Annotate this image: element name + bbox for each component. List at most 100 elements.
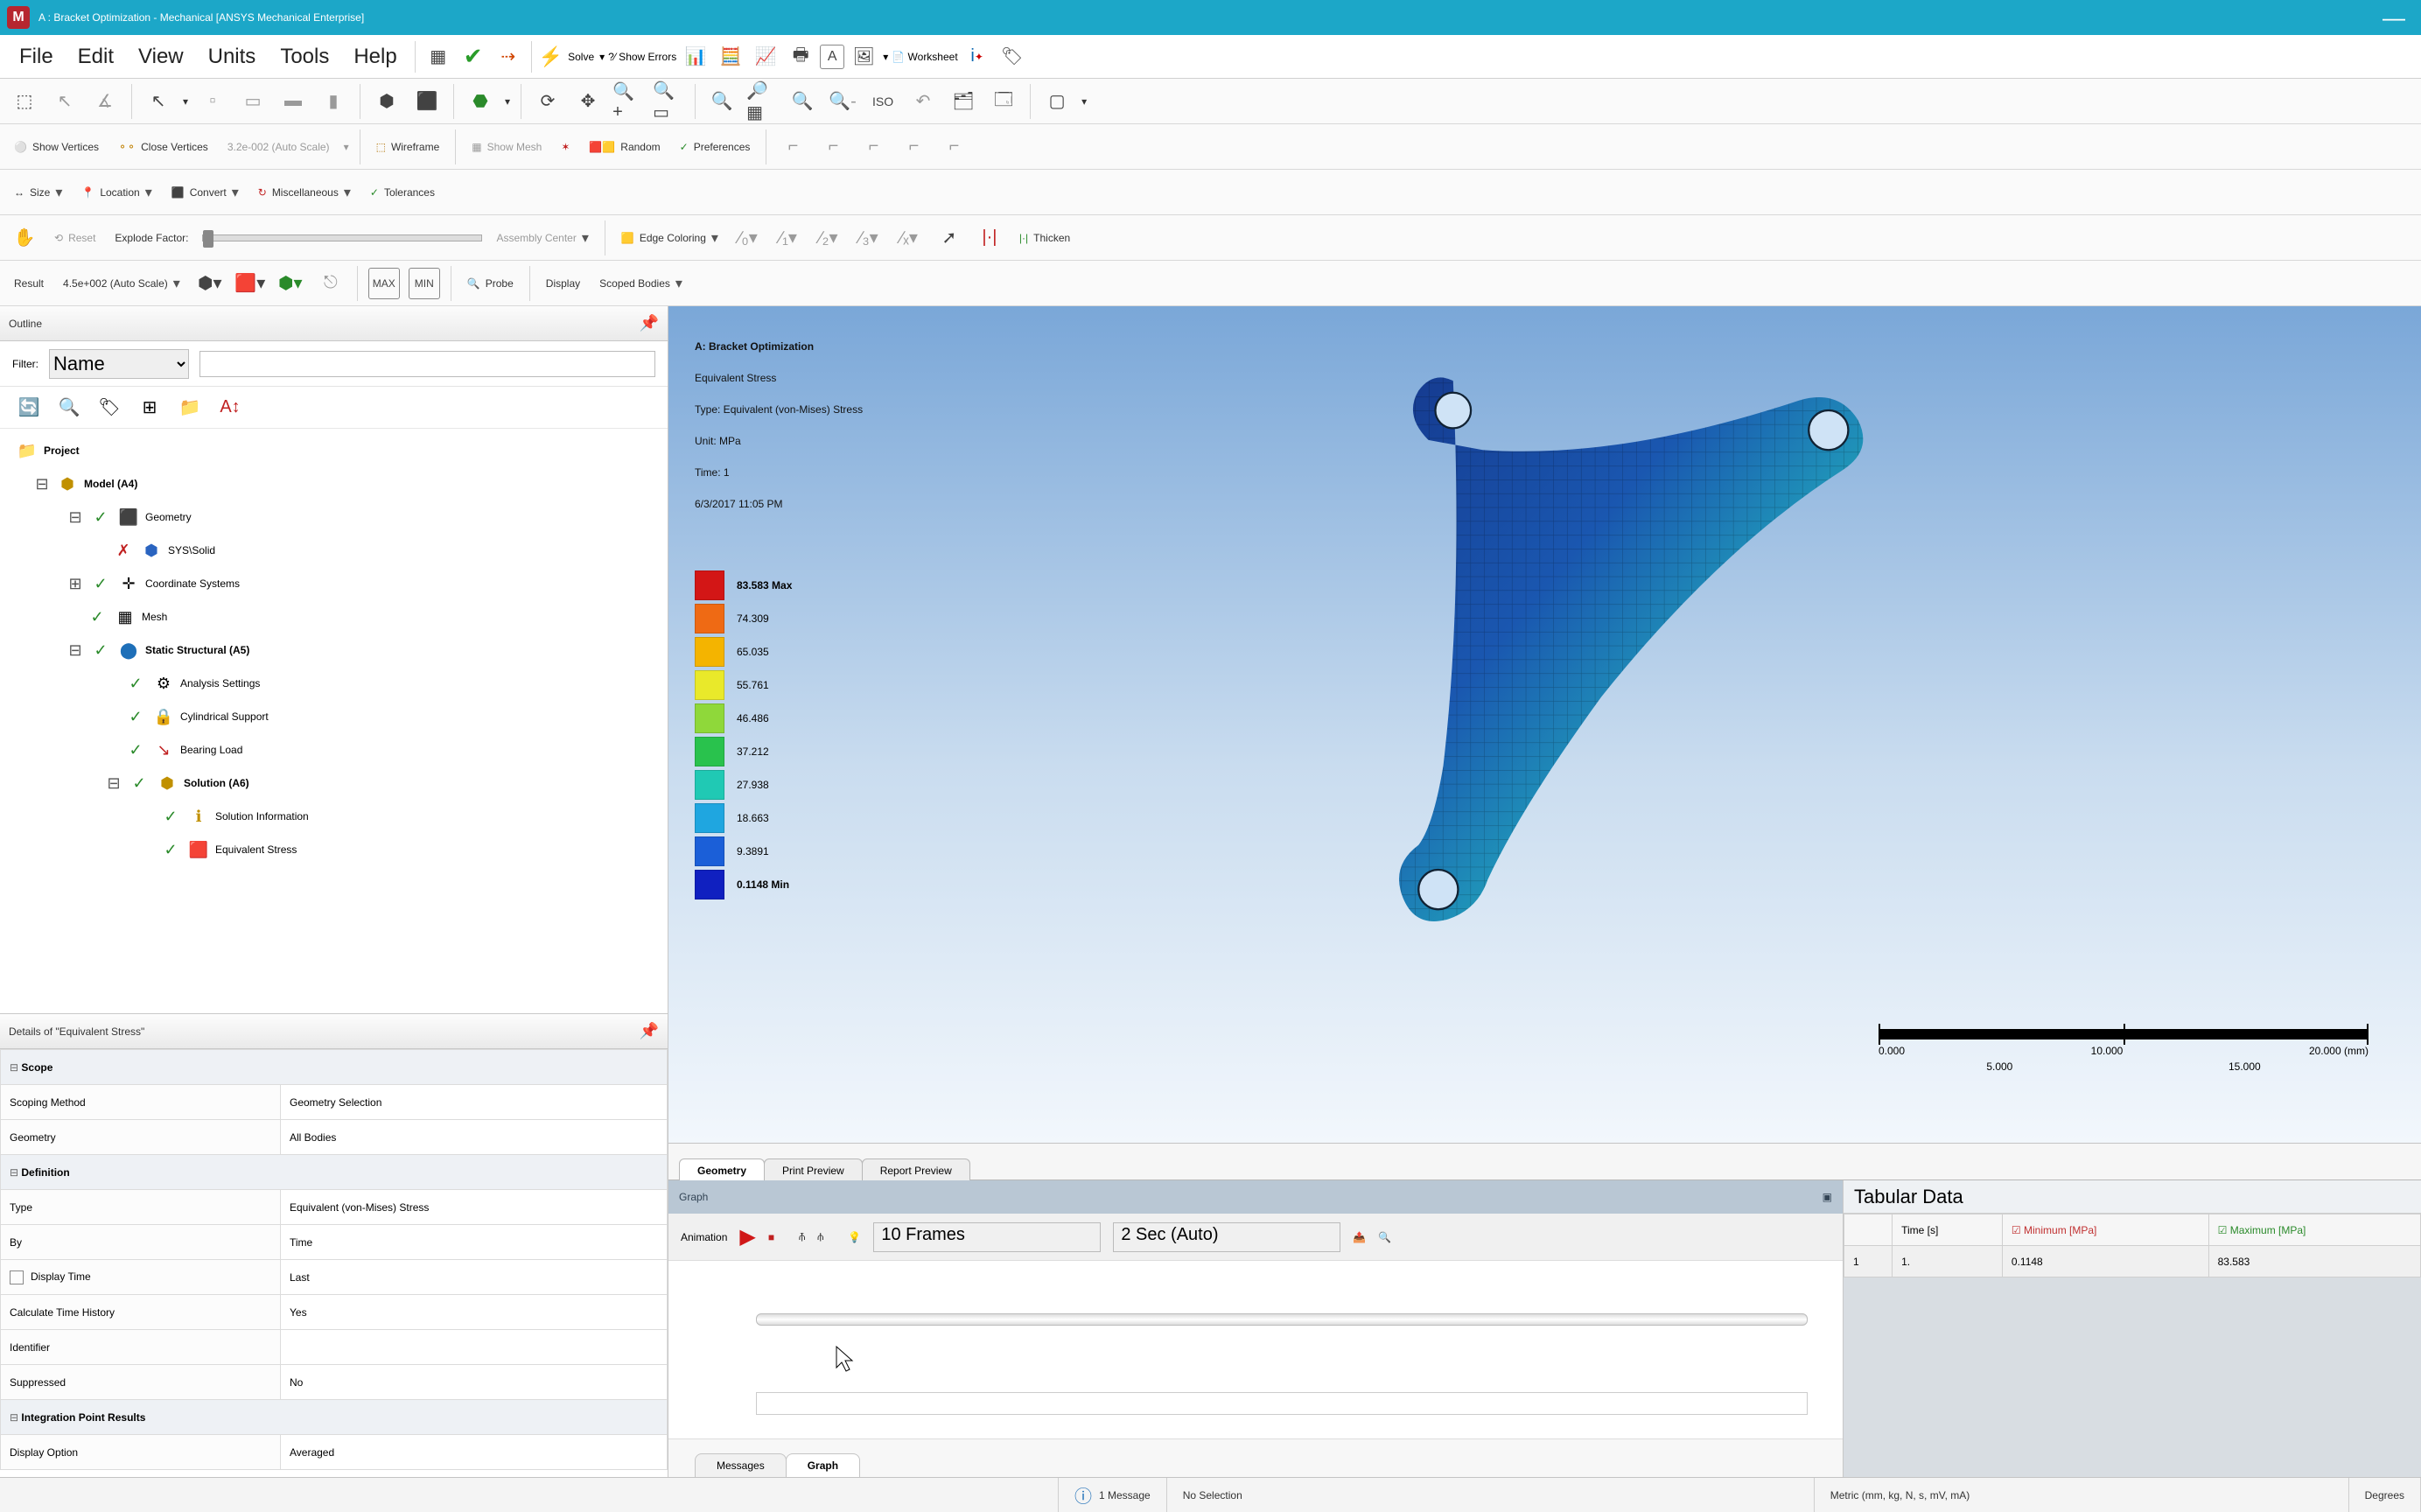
details-value[interactable]: No (281, 1365, 668, 1400)
tree-project[interactable]: Project (44, 434, 80, 467)
axis-3-icon[interactable]: ⌐ (857, 131, 889, 163)
close-vertices-button[interactable]: ⚬⚬ Close Vertices (113, 139, 213, 155)
tree-geometry[interactable]: Geometry (145, 500, 192, 534)
menu-edit[interactable]: Edit (67, 39, 124, 74)
viewport-layout-icon[interactable]: ▢ (1041, 86, 1073, 117)
tab-messages[interactable]: Messages (695, 1453, 787, 1477)
size-button[interactable]: ↔ Size (9, 182, 67, 203)
details-value[interactable]: Equivalent (von-Mises) Stress (281, 1190, 668, 1225)
arrows-icon[interactable]: ⇢ (493, 41, 524, 73)
s2-icon[interactable]: ∕₂▾ (813, 222, 844, 254)
select-window-icon[interactable]: ▦ (423, 41, 454, 73)
details-value[interactable]: Geometry Selection (281, 1085, 668, 1120)
details-value[interactable]: Averaged (281, 1435, 668, 1470)
scoped-combo[interactable]: Scoped Bodies (594, 273, 688, 294)
zoom-graph-icon[interactable]: 🔍 (1378, 1231, 1391, 1243)
col-min[interactable]: Minimum [MPa] (2002, 1214, 2208, 1246)
tree-analysis[interactable]: Analysis Settings (180, 667, 260, 700)
location-button[interactable]: 📍 Location (76, 182, 157, 203)
zoom-out-icon[interactable]: 🔍- (827, 86, 858, 117)
timeline-track[interactable] (756, 1313, 1808, 1326)
tree-mesh[interactable]: Mesh (142, 600, 167, 634)
h-lines-icon[interactable]: |·| (974, 222, 1005, 254)
tree-cyl[interactable]: Cylindrical Support (180, 700, 269, 733)
misc-button[interactable]: ↻ Miscellaneous (253, 182, 356, 203)
checkbox-icon[interactable] (10, 1270, 24, 1284)
stop-icon[interactable]: ■ (768, 1231, 774, 1243)
vertex-sel-icon[interactable]: ▫ (197, 86, 228, 117)
chevron-down-icon[interactable]: ▾ (1081, 95, 1087, 108)
axis-4-icon[interactable]: ⌐ (898, 131, 929, 163)
filter-input[interactable] (199, 351, 655, 377)
letter-a-icon[interactable]: A (820, 45, 844, 69)
autoscale-combo[interactable]: 3.2e-002 (Auto Scale) (222, 139, 335, 155)
folder-icon[interactable]: 📁 (177, 395, 203, 421)
status-messages[interactable]: ⓘ 1 Message (1059, 1478, 1167, 1512)
details-group[interactable]: Definition (1, 1155, 668, 1190)
box-icon[interactable]: ⬛ (411, 86, 443, 117)
convert-button[interactable]: ⬛ Convert (166, 182, 244, 203)
col-max[interactable]: Maximum [MPa] (2208, 1214, 2420, 1246)
tree-eq[interactable]: Equivalent Stress (215, 833, 297, 866)
filter-icon[interactable]: ⎋ (315, 268, 346, 299)
details-value[interactable]: Last (281, 1260, 668, 1295)
find-icon[interactable]: 🔍 (56, 395, 82, 421)
pan-icon[interactable]: ✥ (572, 86, 604, 117)
worksheet-button[interactable]: 📄 Worksheet (892, 51, 957, 63)
chevron-down-icon[interactable]: ▾ (344, 141, 349, 153)
tb-icon-1[interactable]: 📊 (680, 41, 711, 73)
rotate-icon[interactable]: ⟳ (532, 86, 563, 117)
show-mesh-button[interactable]: ▦ Show Mesh (466, 139, 547, 155)
zoom-in-icon[interactable]: 🔍+ (612, 86, 644, 117)
chevron-down-icon[interactable]: ▾ (599, 51, 605, 63)
extend-icon[interactable]: ⬣ (465, 86, 496, 117)
menu-units[interactable]: Units (198, 39, 267, 74)
tab-graph[interactable]: Graph (786, 1453, 860, 1477)
show-vertices-button[interactable]: ⚪ Show Vertices (9, 139, 104, 155)
tree-model[interactable]: Model (A4) (84, 467, 137, 500)
tag2-icon[interactable]: 🏷 (96, 395, 122, 421)
filter-combo[interactable]: Name (49, 349, 189, 379)
preferences-button[interactable]: ✓ Preferences (675, 139, 756, 155)
thicken-button[interactable]: |·| Thicken (1014, 230, 1075, 246)
details-value[interactable] (281, 1330, 668, 1365)
show-errors-button[interactable]: ?⁄ Show Errors (608, 51, 676, 63)
time-combo[interactable]: 2 Sec (Auto) (1113, 1222, 1340, 1252)
zoom-fit-icon[interactable]: 🔍 (706, 86, 738, 117)
menu-file[interactable]: File (9, 39, 64, 74)
tab-geometry[interactable]: Geometry (679, 1158, 765, 1180)
expand-icon[interactable]: ⊞ (136, 395, 163, 421)
reset-button[interactable]: ⟲ Reset (49, 230, 101, 246)
assembly-combo[interactable]: Assembly Center (491, 228, 593, 248)
export-icon[interactable]: 📤 (1353, 1231, 1366, 1243)
cube1-icon[interactable]: ⬢▾ (194, 268, 226, 299)
zoom-mag-icon[interactable]: 🔍 (787, 86, 818, 117)
cycle1-icon[interactable]: ⫚ (799, 1230, 805, 1243)
toggle-icon[interactable]: ⊟ (66, 500, 84, 534)
solve-button[interactable]: ⚡ Solve ▾ (539, 46, 605, 68)
graph-body[interactable] (668, 1261, 1843, 1438)
iso-icon[interactable]: ISO (867, 86, 899, 117)
info-icon[interactable]: i✦ (962, 41, 993, 73)
wireframe-button[interactable]: ⬚ Wireframe (371, 139, 445, 155)
max-tag-icon[interactable]: MAX (368, 268, 400, 299)
prev-view-icon[interactable]: ↶ (907, 86, 939, 117)
measure-icon[interactable]: ∡ (89, 86, 121, 117)
cursor-icon[interactable]: ↖ (49, 86, 80, 117)
chevron-down-icon[interactable]: ▾ (883, 51, 888, 63)
zoom-sel-icon[interactable]: 🔎▦ (746, 86, 778, 117)
face-sel-icon[interactable]: ▬ (277, 86, 309, 117)
play-icon[interactable]: ▶ (739, 1224, 755, 1250)
cube-icon[interactable]: ⬢ (371, 86, 402, 117)
min-tag-icon[interactable]: MIN (409, 268, 440, 299)
tree-solinfo[interactable]: Solution Information (215, 800, 309, 833)
edge-coloring-button[interactable]: 🟨 Edge Coloring (616, 228, 724, 248)
pin-icon[interactable]: 📌 (640, 1022, 659, 1040)
views-icon[interactable]: 🗂 (948, 86, 979, 117)
tree-solid[interactable]: SYS\Solid (168, 534, 215, 567)
pointer-icon[interactable]: ➚ (934, 222, 965, 254)
pin-icon[interactable]: 📌 (640, 314, 659, 332)
s1-icon[interactable]: ∕₁▾ (773, 222, 804, 254)
table-row[interactable]: 1 1. 0.1148 83.583 (1844, 1246, 2421, 1278)
axis-2-icon[interactable]: ⌐ (817, 131, 849, 163)
